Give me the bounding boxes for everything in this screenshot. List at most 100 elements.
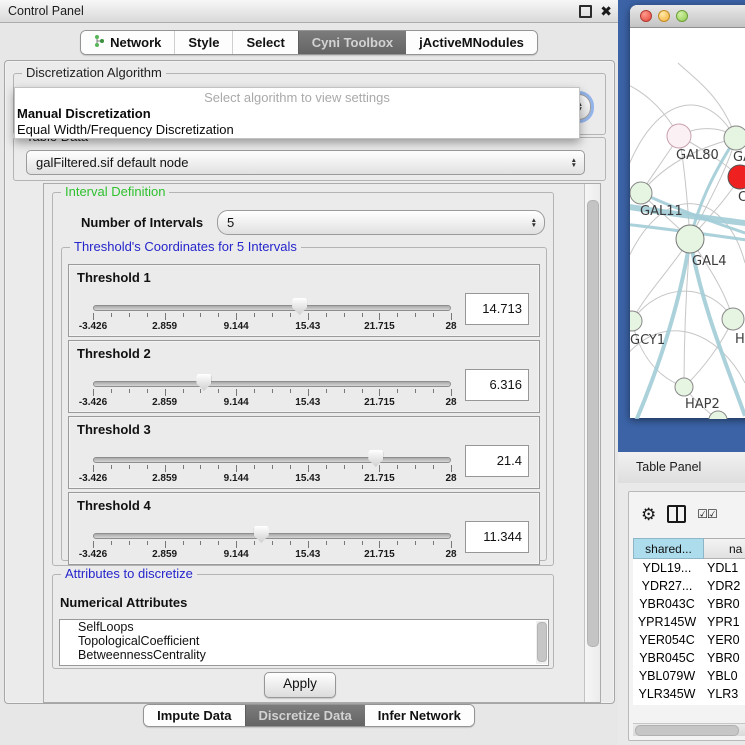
table-row[interactable]: YBR045CYBR0 [633, 649, 745, 667]
network-canvas[interactable]: GAL80GACGAL11GAL4GCY1HHAP2 [630, 28, 745, 419]
list-item[interactable]: TopologicalCoefficient [60, 634, 548, 648]
node-table: shared...na YDL19...YDL1YDR27...YDR2YBR0… [633, 538, 745, 705]
apply-button[interactable]: Apply [264, 672, 336, 698]
list-item[interactable]: SelfLoops [60, 620, 548, 634]
node-gal4[interactable] [676, 225, 704, 253]
threshold-slider[interactable]: -3.4262.8599.14415.4321.71528 [93, 455, 451, 485]
scrollbar-thumb[interactable] [635, 725, 739, 736]
network-window-titlebar[interactable] [630, 5, 745, 28]
node-label-c: C [738, 190, 745, 205]
threshold-panel-threshold-1: Threshold 1-3.4262.8599.14415.4321.71528… [68, 264, 540, 337]
tick-mark [290, 465, 291, 469]
scrollbar-thumb[interactable] [587, 200, 599, 647]
node-gal11[interactable] [630, 182, 652, 204]
cell-shared-name: YBL079W [633, 667, 701, 685]
threshold-value-field[interactable]: 14.713 [465, 293, 529, 325]
threshold-value-field[interactable]: 11.344 [465, 521, 529, 553]
tab-infer-network[interactable]: Infer Network [365, 705, 474, 726]
slider-track[interactable] [93, 305, 451, 311]
tick-label: 28 [445, 473, 456, 484]
node-label-ga: GA [733, 150, 745, 165]
list-scrollbar[interactable] [536, 621, 547, 664]
node-label-h: H [735, 332, 745, 347]
tab-label: Network [110, 35, 161, 50]
tick-mark [290, 541, 291, 545]
tick-mark [111, 389, 112, 393]
table-row[interactable]: YLR345WYLR3 [633, 685, 745, 703]
float-window-icon[interactable] [579, 5, 592, 18]
tab-cyni-toolbox[interactable]: Cyni Toolbox [298, 31, 406, 54]
tick-mark [379, 465, 380, 472]
tab-style[interactable]: Style [174, 31, 232, 54]
tab-select[interactable]: Select [232, 31, 297, 54]
tab-label: jActiveMNodules [419, 35, 524, 50]
horizontal-scrollbar[interactable] [633, 723, 745, 736]
tick-mark [326, 465, 327, 469]
slider-track[interactable] [93, 381, 451, 387]
table-row[interactable]: YDR27...YDR2 [633, 577, 745, 595]
threshold-slider[interactable]: -3.4262.8599.14415.4321.71528 [93, 379, 451, 409]
slider-track[interactable] [93, 457, 451, 463]
node-topright[interactable] [724, 126, 745, 150]
zoom-traffic-icon[interactable] [676, 10, 688, 22]
table-row[interactable]: YDL19...YDL1 [633, 559, 745, 577]
attributes-group: Attributes to discretize Numerical Attri… [52, 574, 554, 669]
column-header-na[interactable]: na [704, 538, 745, 559]
table-data-combobox[interactable]: galFiltered.sif default node ▲▼ [26, 150, 585, 175]
column-layout-icon[interactable] [667, 505, 686, 523]
tick-mark [183, 541, 184, 545]
tick-mark [326, 541, 327, 545]
list-item[interactable]: BetweennessCentrality [60, 648, 548, 662]
tick-mark [183, 389, 184, 393]
tick-label: -3.426 [79, 397, 107, 408]
node-bottom[interactable] [709, 411, 727, 419]
slider-track[interactable] [93, 533, 451, 539]
node-pink[interactable] [667, 124, 691, 148]
select-columns-icon[interactable]: ☑☑ [697, 507, 717, 521]
table-panel: ⚙ ☑☑ shared...na YDL19...YDL1YDR27...YDR… [618, 483, 745, 745]
tab-jactivemnodules[interactable]: jActiveMNodules [406, 31, 537, 54]
column-header-shared-[interactable]: shared... [633, 538, 704, 559]
cell-shared-name: YBR045C [633, 649, 701, 667]
control-panel: Control Panel ✖ NetworkStyleSelectCyni T… [0, 0, 618, 745]
minimize-traffic-icon[interactable] [658, 10, 670, 22]
threshold-value-field[interactable]: 6.316 [465, 369, 529, 401]
node-h[interactable] [722, 308, 744, 330]
popup-item-equal-width-frequency-discretization[interactable]: Equal Width/Frequency Discretization [15, 122, 579, 138]
tab-label: Cyni Toolbox [312, 35, 393, 50]
tick-label: 2.859 [152, 397, 177, 408]
tick-mark [254, 541, 255, 545]
node-hap2[interactable] [675, 378, 693, 396]
tick-mark [362, 389, 363, 393]
table-row[interactable]: YPR145WYPR1 [633, 613, 745, 631]
tick-mark [290, 313, 291, 317]
threshold-slider[interactable]: -3.4262.8599.14415.4321.71528 [93, 531, 451, 561]
tab-network[interactable]: Network [81, 31, 174, 54]
tab-discretize-data[interactable]: Discretize Data [245, 705, 365, 726]
tick-mark [129, 541, 130, 545]
network-icon [94, 34, 105, 51]
close-icon[interactable]: ✖ [600, 0, 612, 22]
tick-mark [147, 465, 148, 469]
threshold-label: Threshold 2 [77, 346, 151, 361]
tab-impute-data[interactable]: Impute Data [144, 705, 244, 726]
tick-mark [272, 541, 273, 545]
vertical-scrollbar[interactable] [584, 184, 600, 702]
threshold-value-field[interactable]: 21.4 [465, 445, 529, 477]
table-row[interactable]: YIL052CYIL0 [633, 703, 745, 705]
threshold-slider[interactable]: -3.4262.8599.14415.4321.71528 [93, 303, 451, 333]
table-row[interactable]: YBL079WYBL0 [633, 667, 745, 685]
tick-mark [200, 313, 201, 317]
number-of-intervals-combobox[interactable]: 5 ▲▼ [217, 210, 545, 235]
tick-mark [93, 313, 94, 320]
numerical-attributes-list[interactable]: SelfLoopsTopologicalCoefficientBetweenne… [59, 619, 549, 666]
popup-item-manual-discretization[interactable]: Manual Discretization [15, 106, 579, 122]
table-row[interactable]: YBR043CYBR0 [633, 595, 745, 613]
close-traffic-icon[interactable] [640, 10, 652, 22]
bottom-tab-bar: Impute DataDiscretize DataInfer Network [0, 704, 618, 727]
tick-mark [236, 541, 237, 548]
table-row[interactable]: YER054CYER0 [633, 631, 745, 649]
gear-icon[interactable]: ⚙ [641, 506, 656, 523]
node-gcy1[interactable] [630, 311, 642, 331]
scrollbar-thumb[interactable] [537, 622, 547, 662]
